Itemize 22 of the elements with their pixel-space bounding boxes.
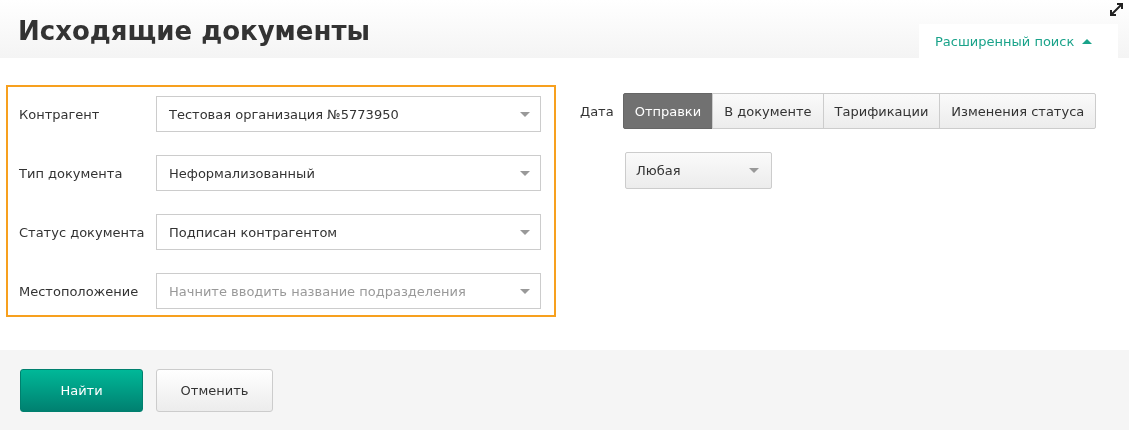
caret-icon — [749, 168, 759, 173]
caret-icon — [1082, 38, 1093, 44]
caret-icon — [520, 170, 530, 176]
period-dropdown[interactable]: Любая — [625, 152, 772, 189]
field-label: Тип документа — [19, 165, 124, 181]
select-field[interactable]: Тестовая организация №5773950 — [156, 96, 541, 132]
caret-icon — [520, 111, 530, 117]
date-label: Дата — [580, 103, 614, 119]
caret-icon — [520, 229, 530, 235]
expand-icon[interactable] — [1110, 3, 1123, 16]
cancel-button[interactable]: Отменить — [156, 368, 273, 412]
select-field[interactable]: Неформализованный — [156, 155, 541, 191]
field-label: Статус документа — [19, 224, 146, 240]
date-type-tab[interactable]: В документе — [712, 93, 824, 129]
select-field[interactable]: Подписан контрагентом — [156, 214, 541, 250]
caret-icon — [520, 288, 530, 294]
date-type-tab[interactable]: Отправки — [622, 93, 714, 129]
page-title: Исходящие документы — [18, 16, 371, 46]
date-type-tab[interactable]: Изменения статуса — [939, 93, 1097, 129]
field-label: Контрагент — [19, 106, 101, 122]
field-label: Местоположение — [19, 283, 140, 299]
date-type-tab[interactable]: Тарификации — [822, 93, 941, 129]
